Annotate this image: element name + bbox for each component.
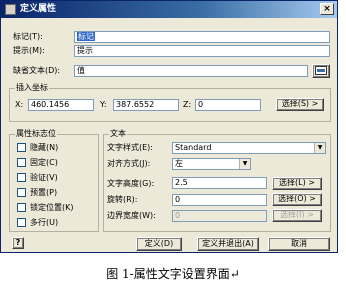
title-bar: 定义属性 × (1, 1, 337, 18)
pick-point-button[interactable]: 选择(S) > (276, 98, 324, 111)
constant-checkbox[interactable] (17, 158, 26, 167)
justify-value: 左 (175, 159, 183, 168)
cancel-button[interactable]: 取消 (268, 237, 330, 251)
text-style-value: Standard (175, 143, 212, 152)
figure-caption: 图 1-属性文字设置界面↵ (106, 267, 240, 281)
lock-position-checkbox[interactable] (17, 203, 26, 212)
x-label: X: (15, 100, 24, 109)
y-label: Y: (100, 100, 107, 109)
prompt-input[interactable]: 提示 (74, 45, 330, 57)
chevron-down-icon: ▼ (314, 143, 325, 153)
text-height-pick-button[interactable]: 选择(L) > (272, 177, 322, 190)
boundary-width-pick-button: 选择(I) > (272, 209, 322, 222)
hidden-label: 隐藏(N) (30, 143, 59, 152)
rotation-pick-button[interactable]: 选择(O) > (272, 193, 322, 206)
y-input[interactable]: 387.6552 (113, 99, 179, 111)
justify-dropdown[interactable]: 左 ▼ (172, 158, 251, 170)
app-icon (5, 4, 16, 15)
window-title: 定义属性 (20, 4, 57, 14)
preset-checkbox[interactable] (17, 188, 26, 197)
boundary-width-input: 0 (172, 210, 267, 222)
multiline-checkbox[interactable] (17, 218, 26, 227)
default-label: 缺省文本(D): (13, 66, 61, 75)
justify-label: 对齐方式(J): (107, 159, 151, 168)
insert-field-button[interactable] (312, 64, 330, 78)
z-input[interactable]: 0 (195, 99, 261, 111)
tag-label: 标记(T): (13, 32, 43, 41)
flags-title: 属性标志位 (15, 129, 57, 139)
define-attribute-dialog: 定义属性 × 标记(T): 标记 提示(M): 提示 缺省文本(D): 值 插入… (0, 0, 338, 253)
chevron-down-icon: ▼ (239, 159, 250, 169)
define-and-exit-button[interactable]: 定义并退出(A) (197, 237, 259, 251)
text-height-label: 文字高度(G): (107, 179, 155, 188)
verify-label: 验证(V) (30, 173, 58, 182)
lock-position-label: 锁定位置(K) (30, 203, 74, 212)
verify-checkbox[interactable] (17, 173, 26, 182)
tag-input[interactable]: 标记 (74, 31, 330, 43)
close-button[interactable]: × (320, 3, 334, 15)
rotation-label: 旋转(R): (107, 195, 138, 204)
text-style-dropdown[interactable]: Standard ▼ (172, 142, 326, 154)
rotation-input[interactable]: 0 (172, 194, 267, 206)
insert-point-title: 插入坐标 (15, 83, 49, 93)
preset-label: 预置(P) (30, 188, 58, 197)
boundary-width-label: 边界宽度(W): (107, 211, 156, 220)
help-button[interactable]: ? (12, 237, 24, 249)
define-button[interactable]: 定义(D) (136, 237, 182, 251)
x-input[interactable]: 460.1456 (28, 99, 94, 111)
hidden-checkbox[interactable] (17, 143, 26, 152)
default-input[interactable]: 值 (74, 65, 308, 77)
text-group-title: 文本 (109, 129, 127, 139)
z-label: Z: (183, 100, 192, 109)
constant-label: 固定(C) (30, 158, 58, 167)
text-height-input[interactable]: 2.5 (172, 177, 267, 189)
tag-value: 标记 (77, 32, 95, 41)
insert-field-icon (315, 66, 327, 75)
text-style-label: 文字样式(E): (107, 143, 153, 152)
prompt-label: 提示(M): (13, 46, 45, 55)
multiline-label: 多行(U) (30, 218, 59, 227)
